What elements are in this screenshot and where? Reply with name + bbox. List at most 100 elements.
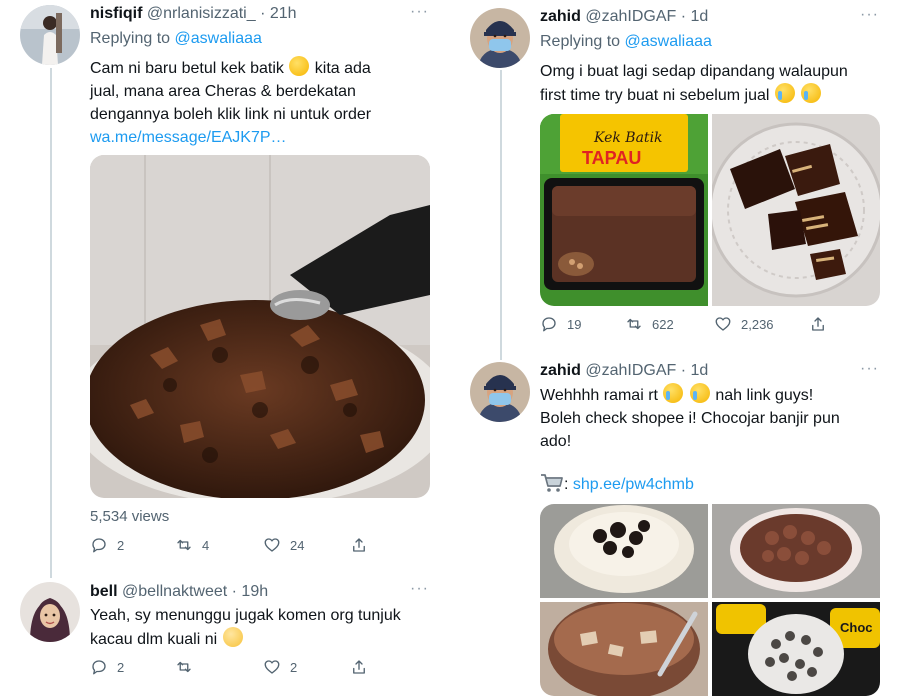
shopee-link-line: : shp.ee/pw4chmb — [540, 473, 694, 500]
like-button[interactable]: 2 — [263, 658, 350, 676]
timestamp[interactable]: · 21h — [260, 5, 296, 22]
timestamp[interactable]: · 1d — [681, 8, 709, 25]
thread-line — [50, 68, 52, 578]
retweet-button[interactable] — [175, 658, 263, 676]
tweet-actions: 19 622 2,236 — [540, 315, 827, 333]
retweet-icon — [177, 539, 191, 551]
more-options-icon[interactable]: ··· — [860, 6, 879, 24]
tweet-text-line: ado! — [540, 433, 572, 450]
tweet-text-line: jual, mana area Cheras & berdekatan — [90, 83, 356, 100]
tweet-text-line: Boleh check shopee i! Chocojar banjir pu… — [540, 410, 840, 427]
mention-link[interactable]: @aswaliaaa — [175, 30, 262, 47]
replying-label: Replying to — [90, 30, 171, 47]
shopee-link[interactable]: shp.ee/pw4chmb — [573, 476, 694, 493]
brand-title-text: TAPAU — [582, 148, 641, 168]
retweet-count: 622 — [652, 316, 674, 332]
author-handle[interactable]: @nrlanisizzati_ — [147, 5, 256, 22]
author-handle[interactable]: @bellnaktweet — [122, 583, 227, 600]
like-button[interactable]: 24 — [263, 536, 350, 554]
crying-emoji-icon — [801, 83, 822, 103]
right-thread: zahid @zahIDGAF · 1d ··· Replying to @as… — [450, 0, 900, 700]
reply-count: 19 — [567, 316, 582, 332]
tweet-video[interactable] — [90, 155, 430, 498]
reply-icon — [92, 660, 106, 675]
tweet-photo-grid[interactable]: Kek Batik TAPAU — [540, 114, 880, 306]
share-button[interactable] — [809, 315, 827, 333]
share-icon — [812, 317, 824, 331]
kek-batik-slices-photo — [708, 114, 880, 306]
avatar[interactable] — [20, 5, 80, 65]
timestamp[interactable]: · 1d — [681, 362, 709, 379]
crying-emoji-icon — [663, 383, 684, 403]
tweet-text-line: Omg i buat lagi sedap dipandang walaupun — [540, 63, 848, 80]
reply-button[interactable]: 2 — [90, 536, 175, 554]
retweet-button[interactable]: 4 — [175, 536, 263, 554]
tweet-text: Wehhhh ramai rt nah link guys! Boleh che… — [540, 383, 885, 453]
rofl-emoji-icon — [289, 56, 310, 76]
more-options-icon[interactable]: ··· — [410, 3, 429, 21]
like-count: 24 — [290, 537, 305, 553]
kek-batik-tray-photo: Kek Batik TAPAU — [540, 114, 708, 306]
tweet-text: Cam ni baru betul kek batik kita ada jua… — [90, 56, 435, 149]
chocojar-balls-photo — [712, 504, 880, 598]
reply-icon — [542, 317, 556, 332]
avatar[interactable] — [20, 582, 80, 642]
heart-icon — [264, 660, 280, 674]
smiling-emoji-icon — [222, 627, 243, 647]
reply-button[interactable]: 2 — [90, 658, 175, 676]
view-count: 5,534 views — [90, 508, 170, 525]
tweet-photo-grid[interactable]: Choc — [540, 504, 880, 696]
author-name[interactable]: zahid — [540, 362, 581, 379]
chocojar-lids-photo: Choc — [712, 602, 880, 696]
left-thread: nisfiqif @nrlanisizzati_ · 21h ··· Reply… — [0, 0, 450, 700]
avatar[interactable] — [470, 362, 530, 422]
reply-count: 2 — [117, 537, 125, 553]
tweet-header: bell @bellnaktweet · 19h — [90, 582, 268, 602]
share-button[interactable] — [350, 658, 368, 676]
like-count: 2,236 — [741, 316, 774, 332]
tweet-text-line: first time try buat ni sebelum jual — [540, 83, 885, 107]
reply-count: 2 — [117, 659, 125, 675]
author-handle[interactable]: @zahIDGAF — [585, 8, 676, 25]
thread-line — [500, 70, 502, 360]
retweet-count: 4 — [202, 537, 210, 553]
crying-emoji-icon — [689, 383, 710, 403]
like-button[interactable]: 2,236 — [714, 315, 809, 333]
tweet-actions: 2 4 24 — [90, 536, 368, 554]
chocojar-oreo-photo — [540, 504, 708, 598]
tweet-header: zahid @zahIDGAF · 1d — [540, 361, 708, 381]
mention-link[interactable]: @aswaliaaa — [625, 33, 712, 50]
avatar[interactable] — [470, 8, 530, 68]
reply-icon — [92, 538, 106, 553]
link-prefix: : — [564, 476, 569, 493]
retweet-icon — [177, 661, 191, 673]
reply-button[interactable]: 19 — [540, 315, 625, 333]
timestamp[interactable]: · 19h — [232, 583, 268, 600]
tweet-text-line: Wehhhh ramai rt nah link guys! — [540, 383, 885, 407]
retweet-icon — [627, 318, 641, 330]
share-icon — [353, 538, 365, 552]
brand-script-text: Kek Batik — [593, 130, 663, 146]
heart-icon — [264, 538, 280, 552]
share-button[interactable] — [350, 536, 368, 554]
tweet-text-line: dengannya boleh klik link ni untuk order — [90, 106, 372, 123]
tweet-text: Yeah, sy menunggu jugak komen org tunjuk… — [90, 604, 435, 651]
tweet-link[interactable]: wa.me/message/EAJK7P… — [90, 126, 435, 149]
replying-to: Replying to @aswaliaaa — [540, 32, 712, 52]
replying-label: Replying to — [540, 33, 621, 50]
author-name[interactable]: zahid — [540, 8, 581, 25]
more-options-icon[interactable]: ··· — [860, 360, 879, 378]
tweet-header: nisfiqif @nrlanisizzati_ · 21h — [90, 4, 297, 24]
shopping-cart-icon — [540, 473, 564, 500]
crying-emoji-icon — [774, 83, 795, 103]
author-name[interactable]: bell — [90, 583, 118, 600]
jar-brand-text: Choc — [840, 620, 873, 635]
tweet-header: zahid @zahIDGAF · 1d — [540, 7, 708, 27]
tweet-actions: 2 2 — [90, 658, 368, 676]
author-handle[interactable]: @zahIDGAF — [585, 362, 676, 379]
author-name[interactable]: nisfiqif — [90, 5, 142, 22]
more-options-icon[interactable]: ··· — [410, 580, 429, 598]
retweet-button[interactable]: 622 — [625, 315, 714, 333]
chocojar-cookie-photo — [540, 599, 708, 696]
like-count: 2 — [290, 659, 298, 675]
